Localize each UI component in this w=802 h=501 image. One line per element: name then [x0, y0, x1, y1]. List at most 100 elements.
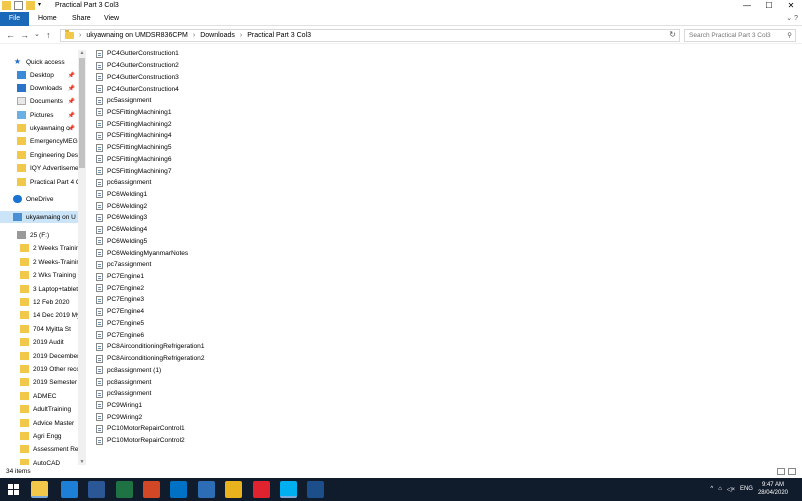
- file-list-item[interactable]: PC9Wiring2: [96, 411, 142, 423]
- sidebar-item[interactable]: Engineering Des: [0, 149, 78, 161]
- sidebar-item[interactable]: 2 Weeks Training: [0, 242, 78, 254]
- taskbar-file-explorer-icon[interactable]: [31, 481, 48, 498]
- sidebar-item[interactable]: OneDrive: [0, 193, 78, 205]
- breadcrumb-downloads[interactable]: Downloads: [200, 32, 235, 39]
- taskbar-outlook-icon[interactable]: [170, 481, 187, 498]
- sidebar-item[interactable]: Practical Part 4 C: [0, 176, 78, 188]
- taskbar-opera-icon[interactable]: [253, 481, 270, 498]
- taskbar-edge-icon[interactable]: [61, 481, 78, 498]
- sidebar-item[interactable]: ★ Quick access: [0, 56, 78, 68]
- file-list-item[interactable]: pc8assignment (1): [96, 364, 161, 376]
- back-button[interactable]: ←: [6, 29, 15, 41]
- taskbar-excel-icon[interactable]: [116, 481, 133, 498]
- tab-home[interactable]: Home: [38, 12, 57, 26]
- sidebar-item[interactable]: Advice Master: [0, 417, 78, 429]
- file-list-item[interactable]: PC7Engine2: [96, 282, 144, 294]
- scroll-up-icon[interactable]: ▲: [78, 50, 86, 56]
- breadcrumb-computer[interactable]: ukyawnaing on UMDSR836CPM: [86, 32, 188, 39]
- file-list-item[interactable]: PC10MotorRepairControl2: [96, 435, 185, 447]
- sidebar-item[interactable]: AutoCAD: [0, 457, 78, 465]
- input-language[interactable]: ENG: [740, 486, 753, 492]
- show-hidden-icons-chevron-icon[interactable]: ^: [710, 486, 713, 492]
- file-list-item[interactable]: PC6Welding5: [96, 236, 147, 248]
- sidebar-item[interactable]: Downloads 📌: [0, 82, 78, 94]
- sidebar-item[interactable]: 2019 Semester 2: [0, 376, 78, 388]
- file-list-item[interactable]: PC5FittingMachining7: [96, 165, 172, 177]
- file-list-item[interactable]: PC5FittingMachining5: [96, 142, 172, 154]
- scrollbar-thumb[interactable]: [79, 58, 85, 168]
- details-view-icon[interactable]: [777, 468, 785, 475]
- taskbar-chrome-icon[interactable]: [225, 481, 242, 498]
- sidebar-item[interactable]: AdultTraining: [0, 403, 78, 415]
- start-button[interactable]: [8, 484, 20, 496]
- file-list-item[interactable]: PC8AirconditioningRefrigeration1: [96, 341, 205, 353]
- refresh-icon[interactable]: ↻: [669, 30, 676, 39]
- up-button[interactable]: ↑: [46, 29, 51, 41]
- breadcrumb-current-folder[interactable]: Practical Part 3 Col3: [247, 32, 311, 39]
- navigation-scrollbar[interactable]: ▲ ▼: [78, 50, 86, 465]
- file-list-item[interactable]: PC6Welding4: [96, 224, 147, 236]
- sidebar-item[interactable]: 12 Feb 2020: [0, 296, 78, 308]
- new-folder-icon[interactable]: [26, 1, 35, 10]
- file-list-item[interactable]: PC6Welding2: [96, 200, 147, 212]
- scroll-down-icon[interactable]: ▼: [78, 459, 86, 465]
- sidebar-item[interactable]: ADMEC: [0, 390, 78, 402]
- close-button[interactable]: ✕: [780, 0, 802, 12]
- file-list-item[interactable]: PC7Engine1: [96, 271, 144, 283]
- volume-muted-icon[interactable]: ◁×: [727, 486, 735, 493]
- taskbar-word-icon[interactable]: [88, 481, 105, 498]
- large-icons-view-icon[interactable]: [788, 468, 796, 475]
- search-input[interactable]: Search Practical Part 3 Col3 ⚲: [684, 29, 796, 42]
- sidebar-item[interactable]: 25 (F:): [0, 229, 78, 241]
- file-list-item[interactable]: PC7Engine6: [96, 329, 144, 341]
- folder-icon[interactable]: [2, 1, 11, 10]
- maximize-button[interactable]: ☐: [758, 0, 780, 12]
- sidebar-item[interactable]: Desktop 📌: [0, 69, 78, 81]
- sidebar-item[interactable]: 2019 December: [0, 350, 78, 362]
- file-list-item[interactable]: pc9assignment: [96, 388, 151, 400]
- sidebar-item[interactable]: Documents 📌: [0, 95, 78, 107]
- sidebar-item[interactable]: 704 Myitta St: [0, 323, 78, 335]
- file-list-item[interactable]: PC4GutterConstruction3: [96, 71, 179, 83]
- sidebar-item[interactable]: IQY Advertiseme: [0, 162, 78, 174]
- file-list-item[interactable]: PC6Welding3: [96, 212, 147, 224]
- taskbar-app-dark-icon[interactable]: [307, 481, 324, 498]
- sidebar-item[interactable]: EmergencyMEG: [0, 135, 78, 147]
- file-list-item[interactable]: PC5FittingMachining6: [96, 153, 172, 165]
- tab-file[interactable]: File: [0, 12, 29, 26]
- minimize-button[interactable]: —: [736, 0, 758, 12]
- sidebar-item[interactable]: Pictures 📌: [0, 109, 78, 121]
- clock[interactable]: 9:47 AM 28/04/2020: [758, 481, 788, 497]
- address-bar[interactable]: › ukyawnaing on UMDSR836CPM › Downloads …: [60, 29, 680, 42]
- file-list-item[interactable]: PC6Welding1: [96, 189, 147, 201]
- file-list-item[interactable]: pc8assignment: [96, 376, 151, 388]
- file-list-item[interactable]: PC4GutterConstruction4: [96, 83, 179, 95]
- file-list-item[interactable]: PC9Wiring1: [96, 400, 142, 412]
- file-list-item[interactable]: PC5FittingMachining1: [96, 107, 172, 119]
- file-list-item[interactable]: PC7Engine3: [96, 294, 144, 306]
- file-list-item[interactable]: PC4GutterConstruction2: [96, 60, 179, 72]
- expand-ribbon-button[interactable]: ⌄ ?: [786, 14, 798, 22]
- file-list-item[interactable]: PC10MotorRepairControl1: [96, 423, 185, 435]
- sidebar-item[interactable]: 2 Weeks-Trainin: [0, 256, 78, 268]
- forward-button[interactable]: →: [20, 29, 29, 41]
- sidebar-item[interactable]: 3 Laptop+tablet: [0, 283, 78, 295]
- tab-share[interactable]: Share: [72, 12, 91, 26]
- file-list-item[interactable]: PC5FittingMachining4: [96, 130, 172, 142]
- file-list-item[interactable]: PC4GutterConstruction1: [96, 48, 179, 60]
- tab-view[interactable]: View: [104, 12, 119, 26]
- file-list-item[interactable]: PC7Engine4: [96, 306, 144, 318]
- taskbar-powerpoint-icon[interactable]: [143, 481, 160, 498]
- file-list-item[interactable]: pc6assignment: [96, 177, 151, 189]
- file-list-item[interactable]: pc5assignment: [96, 95, 151, 107]
- network-icon[interactable]: ⌂: [718, 486, 722, 492]
- sidebar-item[interactable]: Agri Engg: [0, 430, 78, 442]
- file-list-item[interactable]: PC6WeldingMyanmarNotes: [96, 247, 188, 259]
- file-list-item[interactable]: PC7Engine5: [96, 318, 144, 330]
- sidebar-item[interactable]: 14 Dec 2019 Mya: [0, 309, 78, 321]
- sidebar-item[interactable]: 2019 Audit: [0, 336, 78, 348]
- recent-locations-button[interactable]: ⌄: [34, 29, 40, 41]
- file-list-item[interactable]: PC5FittingMachining2: [96, 118, 172, 130]
- taskbar-skype-icon[interactable]: [280, 481, 297, 498]
- customize-chevron-icon[interactable]: ▾: [38, 1, 47, 10]
